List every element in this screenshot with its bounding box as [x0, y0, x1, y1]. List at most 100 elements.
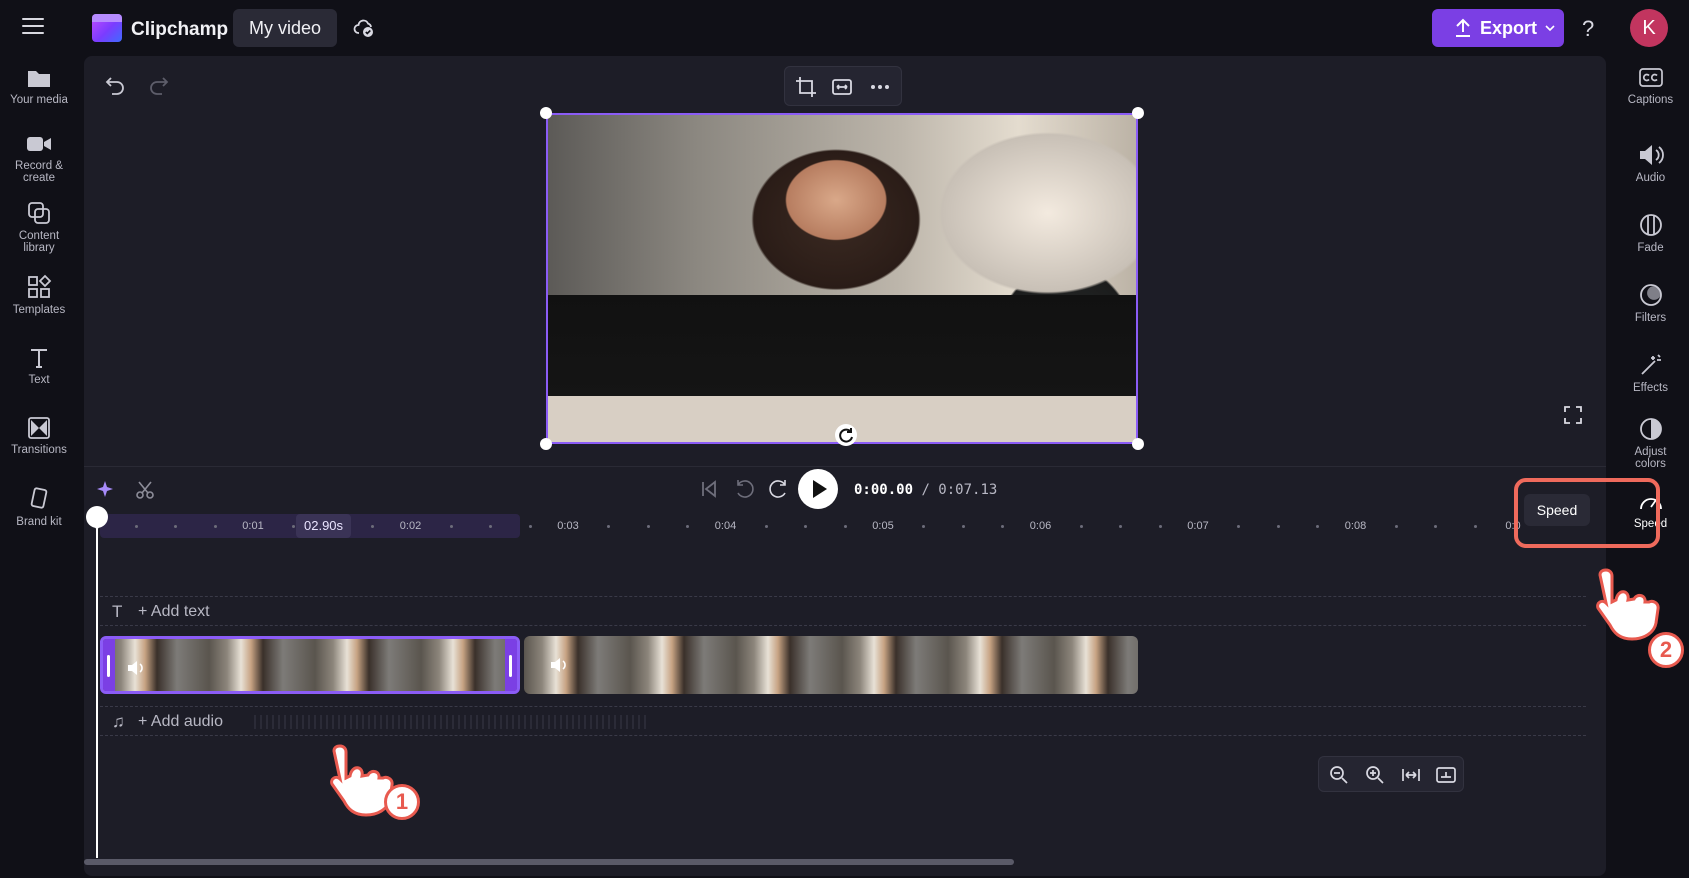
- timeline-expand-icon[interactable]: [1435, 765, 1457, 785]
- ruler-tick-label: 0:03: [557, 520, 579, 532]
- clip-speaker-icon[interactable]: [125, 657, 147, 679]
- chevron-down-icon: [1545, 25, 1555, 32]
- clip-duration-chip: 02.90s: [296, 514, 352, 538]
- sidebar-item-filters[interactable]: Filters: [1612, 282, 1689, 324]
- right-sidebar: Captions Audio Fade Filters Effects Adju…: [1612, 56, 1689, 878]
- ruler-dot: [1276, 525, 1280, 528]
- sidebar-label: Filters: [1634, 312, 1667, 324]
- transitions-icon: [28, 417, 50, 439]
- ruler-dot: [528, 525, 532, 528]
- playhead-line[interactable]: [96, 518, 98, 858]
- sidebar-label: Brand kit: [16, 516, 62, 528]
- filters-icon: [1639, 284, 1662, 306]
- rotate-handle-icon[interactable]: [835, 424, 857, 446]
- ruler-dot: [1079, 525, 1083, 528]
- fit-icon[interactable]: [831, 76, 853, 98]
- sidebar-label: Your media: [10, 94, 68, 106]
- clip-trim-handle-left[interactable]: [103, 639, 115, 691]
- sidebar-label: Adjust colors: [1634, 446, 1667, 470]
- ruler-dot: [1434, 525, 1438, 528]
- sidebar-item-content-library[interactable]: Content library: [0, 200, 78, 254]
- timeline-scrollbar[interactable]: [84, 859, 1014, 865]
- sidebar-item-record-create[interactable]: Record & create: [0, 132, 78, 184]
- sidebar-item-fade[interactable]: Fade: [1612, 212, 1689, 254]
- ruler-dot: [764, 525, 768, 528]
- ruler-dot: [134, 525, 138, 528]
- sidebar-item-effects[interactable]: Effects: [1612, 352, 1689, 394]
- text-track-icon: T: [112, 602, 123, 621]
- left-sidebar: Your media Record & create Content libra…: [0, 56, 78, 878]
- cloud-sync-icon[interactable]: [352, 16, 376, 40]
- zoom-in-icon[interactable]: [1365, 765, 1385, 785]
- clip-speaker-icon[interactable]: [548, 654, 570, 676]
- fade-icon: [1639, 214, 1662, 236]
- sidebar-item-audio[interactable]: Audio: [1612, 142, 1689, 184]
- sidebar-item-your-media[interactable]: Your media: [0, 66, 78, 106]
- export-button[interactable]: Export: [1432, 9, 1564, 47]
- scissors-icon[interactable]: [136, 481, 154, 499]
- ruler-tick-label: 0:06: [1029, 520, 1052, 532]
- sidebar-label: Audio: [1635, 172, 1666, 184]
- brand-kit-icon: [30, 487, 48, 509]
- sidebar-item-brand-kit[interactable]: Brand kit: [0, 486, 78, 528]
- ruler-dot: [1119, 525, 1123, 528]
- menu-icon[interactable]: [22, 18, 44, 36]
- resize-handle-bottom-right[interactable]: [1132, 438, 1144, 450]
- more-options-icon[interactable]: [869, 76, 891, 98]
- resize-handle-top-left[interactable]: [540, 107, 552, 119]
- pointer-hand-icon: [1596, 568, 1660, 641]
- fit-timeline-icon[interactable]: [1401, 765, 1421, 785]
- ruler-tick-label: 0:08: [1344, 520, 1367, 532]
- rewind-5-icon[interactable]: [732, 477, 756, 501]
- sidebar-item-templates[interactable]: Templates: [0, 274, 78, 316]
- zoom-out-icon[interactable]: [1329, 765, 1349, 785]
- ruler-dot: [804, 525, 808, 528]
- ruler-dot: [449, 525, 453, 528]
- audio-track[interactable]: ♫ + Add audio: [100, 706, 1586, 736]
- sidebar-label: Transitions: [11, 444, 67, 456]
- ruler-tick-label: 0:07: [1187, 520, 1209, 532]
- clip-trim-handle-right[interactable]: [505, 639, 517, 691]
- ruler-dot: [1473, 525, 1477, 528]
- fullscreen-icon[interactable]: [1563, 405, 1583, 425]
- step-badge: 1: [384, 784, 420, 820]
- forward-5-icon[interactable]: [767, 477, 791, 501]
- video-clip-selected[interactable]: [100, 636, 520, 694]
- undo-icon[interactable]: [104, 74, 126, 96]
- resize-handle-bottom-left[interactable]: [540, 438, 552, 450]
- ruler-dot: [1237, 525, 1241, 528]
- redo-icon[interactable]: [148, 74, 170, 96]
- magic-wand-icon: [1640, 354, 1661, 375]
- music-note-icon: ♫: [112, 712, 125, 731]
- sidebar-label: Templates: [12, 304, 66, 316]
- content-library-icon: [28, 202, 50, 224]
- sidebar-label: Fade: [1637, 242, 1664, 254]
- sparkle-icon[interactable]: [96, 481, 114, 499]
- ruler-dot: [1001, 525, 1005, 528]
- project-name-button[interactable]: My video: [233, 9, 338, 47]
- sidebar-item-captions[interactable]: Captions: [1612, 66, 1689, 106]
- add-text-label: + Add text: [138, 603, 210, 620]
- help-icon[interactable]: ?: [1582, 16, 1594, 42]
- skip-to-start-icon[interactable]: [700, 480, 718, 498]
- ruler-tick-label: 0:02: [399, 520, 422, 532]
- video-preview[interactable]: [546, 113, 1138, 444]
- sidebar-label: Text: [28, 374, 50, 386]
- playhead-handle[interactable]: [86, 506, 108, 530]
- text-track[interactable]: T + Add text: [100, 596, 1586, 626]
- upload-icon: [1456, 18, 1470, 37]
- ruler-dot: [843, 525, 847, 528]
- time-display: 0:00.00 / 0:07.13: [854, 482, 997, 498]
- crop-icon[interactable]: [795, 76, 817, 98]
- export-label: Export: [1480, 17, 1538, 38]
- play-button[interactable]: [798, 469, 838, 509]
- avatar[interactable]: K: [1630, 9, 1668, 47]
- resize-handle-top-right[interactable]: [1132, 107, 1144, 119]
- timeline-ruler[interactable]: 02.90s 0:01 0:02 0:03 0:04 0:05 0:06 0:07 0:08 0…: [100, 514, 1521, 540]
- captions-icon: [1638, 68, 1663, 87]
- zoom-controls: [1318, 756, 1464, 792]
- sidebar-item-transitions[interactable]: Transitions: [0, 416, 78, 456]
- sidebar-item-text[interactable]: Text: [0, 346, 78, 386]
- video-clip[interactable]: [524, 636, 1138, 694]
- sidebar-item-adjust-colors[interactable]: Adjust colors: [1612, 416, 1689, 470]
